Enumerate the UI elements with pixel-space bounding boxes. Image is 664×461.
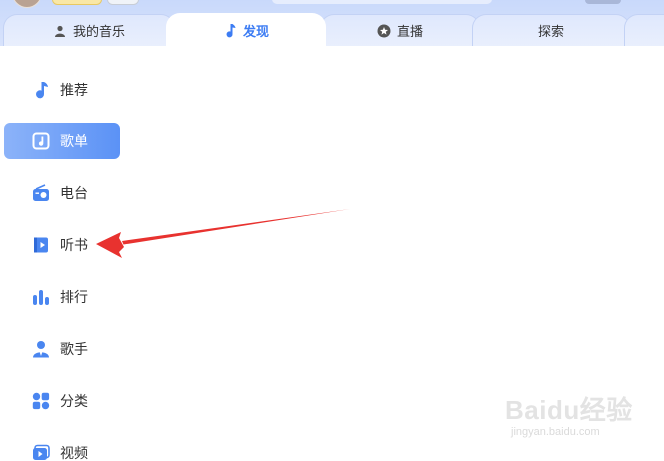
sidebar-item-label: 推荐 [60, 83, 88, 99]
sidebar-item-label: 电台 [60, 186, 88, 202]
music-note-icon [223, 23, 237, 38]
video-icon [32, 444, 50, 461]
tab-label: 我的音乐 [72, 25, 125, 40]
level-badge [107, 0, 139, 5]
sidebar-item-playlist[interactable]: 歌单 [4, 123, 120, 159]
tab-explore[interactable]: 探索 [472, 14, 630, 46]
sidebar-item-audiobook[interactable]: 听书 [4, 227, 120, 263]
watermark-text: Baidu经验 [505, 395, 633, 425]
user-icon [53, 24, 67, 38]
sidebar-item-recommend[interactable]: 推荐 [4, 72, 120, 108]
watermark-subtext: jingyan.baidu.com [511, 426, 600, 438]
header-control[interactable] [585, 0, 621, 4]
tab-my-music[interactable]: 我的音乐 [3, 14, 175, 46]
sidebar-item-label: 歌手 [60, 342, 88, 358]
sidebar-item-charts[interactable]: 排行 [4, 279, 120, 315]
sidebar-item-label: 视频 [60, 446, 88, 461]
tab-discover[interactable]: 发现 [166, 13, 326, 46]
chart-bars-icon [32, 288, 50, 306]
baidu-watermark: Baidu经验 jingyan.baidu.com [505, 388, 655, 448]
top-header: 我的音乐 直播 探索 发现 [0, 0, 664, 46]
sidebar-item-videos[interactable]: 视频 [4, 435, 120, 461]
tab-live[interactable]: 直播 [320, 14, 480, 46]
playlist-icon [32, 132, 50, 150]
vip-badge[interactable] [52, 0, 102, 5]
music-note-icon [32, 81, 50, 99]
search-box[interactable] [272, 0, 492, 4]
singer-icon [32, 340, 50, 358]
sidebar-item-radio[interactable]: 电台 [4, 175, 120, 211]
sidebar-item-categories[interactable]: 分类 [4, 383, 120, 419]
tab-label: 发现 [242, 25, 269, 40]
book-icon [32, 236, 50, 254]
tab-label: 探索 [537, 25, 564, 40]
avatar[interactable] [12, 0, 42, 8]
sidebar: 推荐 歌单 电台 听书 排行 歌手 分类 视频 [0, 46, 130, 461]
sidebar-item-label: 分类 [60, 394, 88, 410]
category-icon [32, 392, 50, 410]
star-circle-icon [377, 24, 391, 38]
tab-label: 直播 [396, 25, 423, 40]
tab-more[interactable] [624, 14, 664, 46]
sidebar-item-singers[interactable]: 歌手 [4, 331, 120, 367]
sidebar-item-label: 排行 [60, 290, 88, 306]
sidebar-item-label: 歌单 [60, 134, 88, 150]
sidebar-item-label: 听书 [60, 238, 88, 254]
radio-icon [32, 184, 50, 202]
